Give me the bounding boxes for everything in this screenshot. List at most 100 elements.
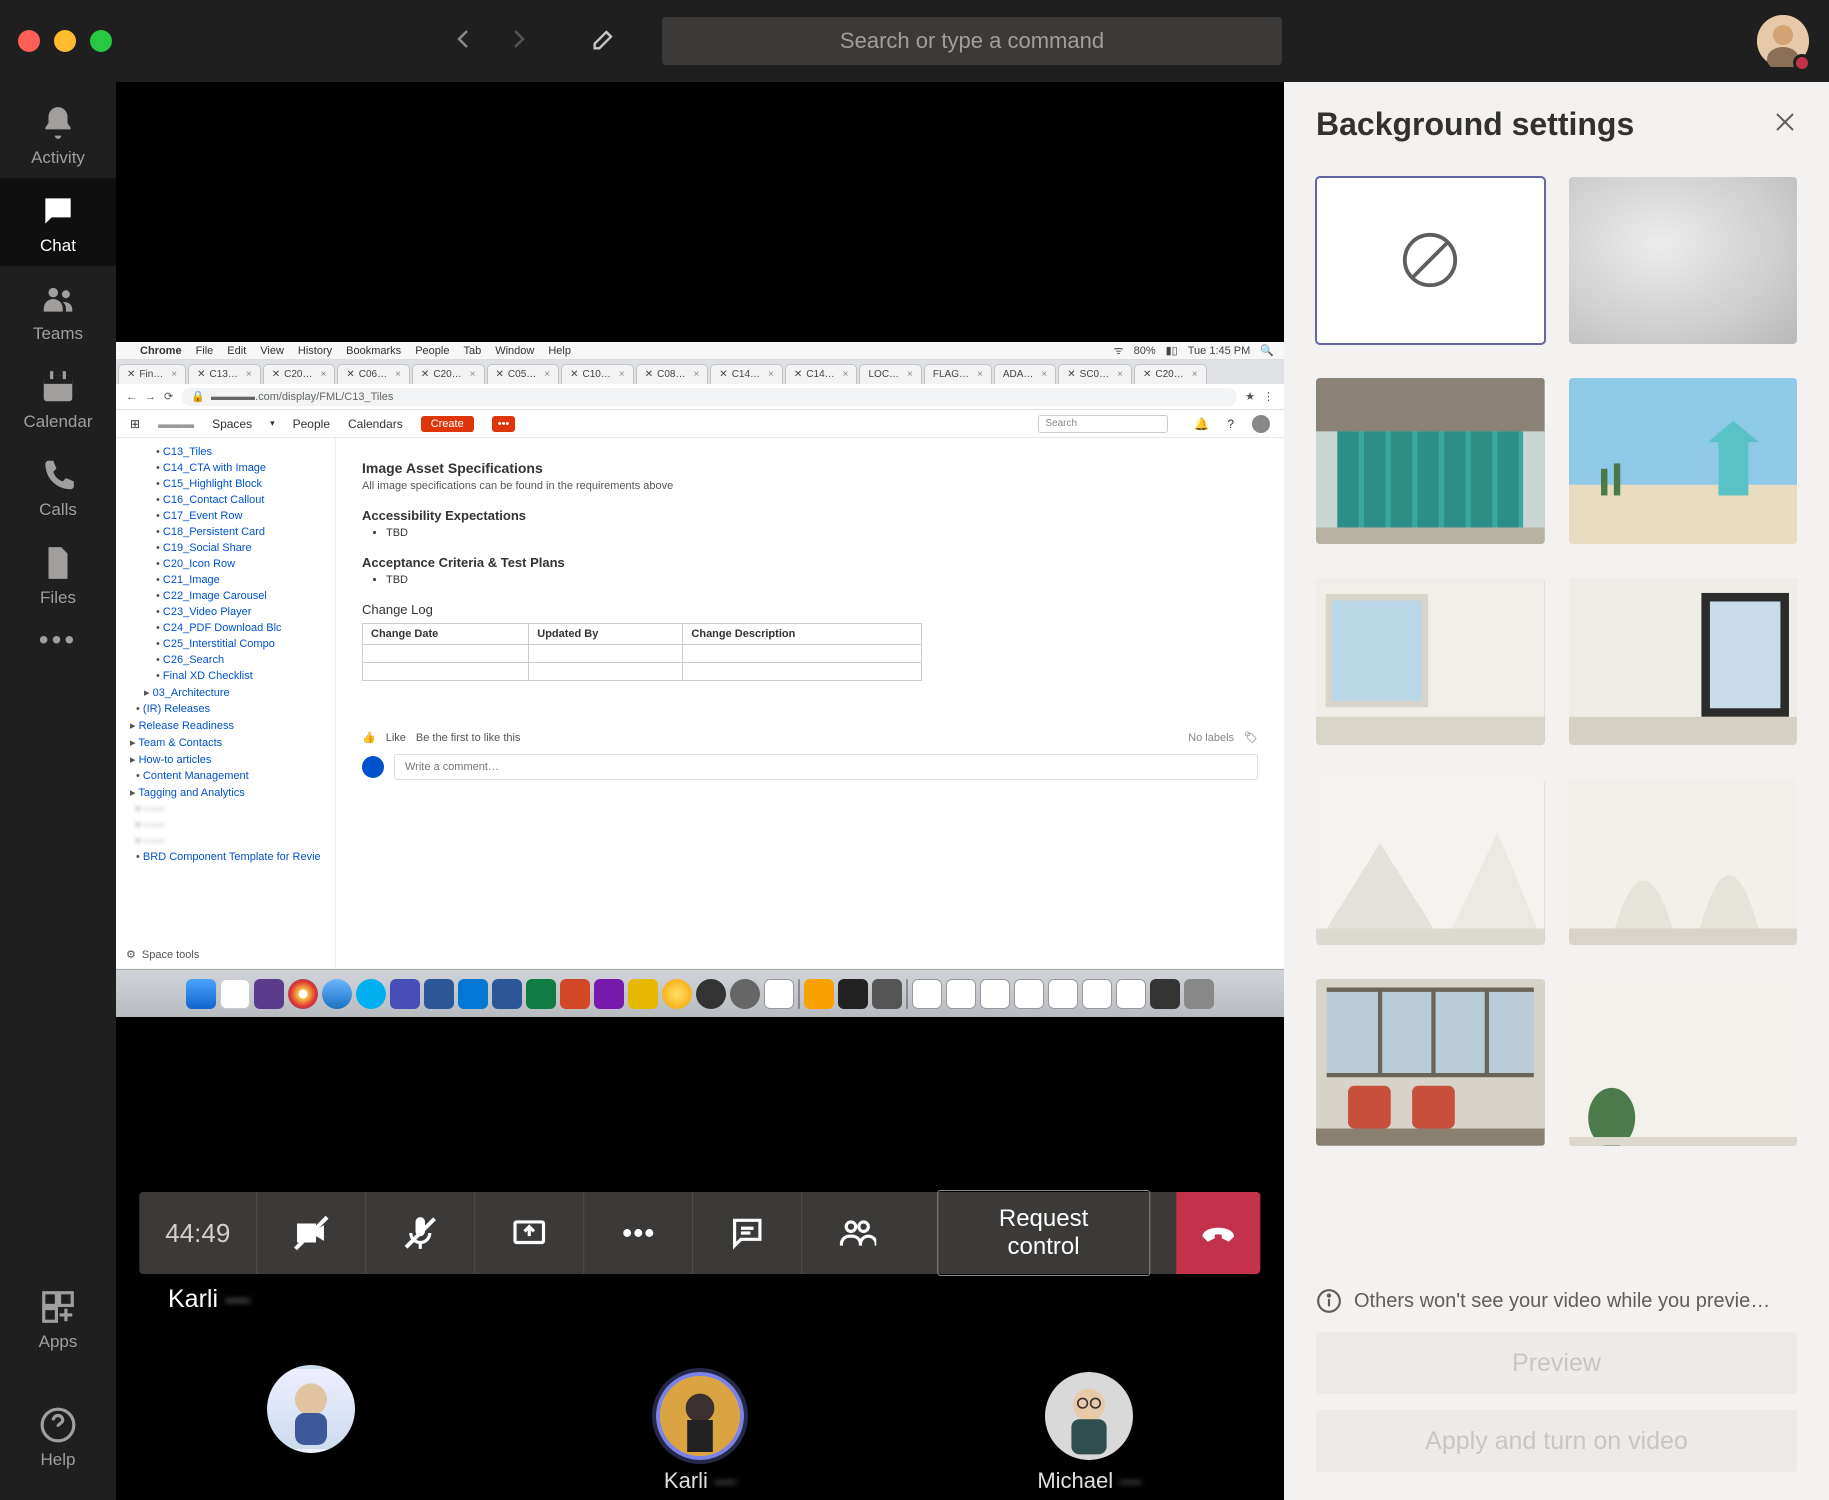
show-chat-button[interactable] <box>693 1192 802 1274</box>
rail-label: Teams <box>33 324 83 344</box>
nav-arrows <box>452 25 618 58</box>
rail-label: Apps <box>39 1332 78 1352</box>
chrome-tab: ✕ C20…× <box>1134 364 1207 384</box>
bg-option-plainwall[interactable] <box>1569 979 1798 1146</box>
teams-icon <box>39 280 77 318</box>
share-screen-button[interactable] <box>475 1192 584 1274</box>
rail-apps[interactable]: Apps <box>0 1274 116 1362</box>
bg-option-beach[interactable] <box>1569 378 1798 545</box>
tag-icon: 🏷 <box>1244 731 1258 744</box>
compose-icon[interactable] <box>590 25 618 58</box>
rail-label: Help <box>41 1450 76 1470</box>
rail-help[interactable]: Help <box>0 1392 116 1480</box>
rail-calendar[interactable]: Calendar <box>0 354 116 442</box>
close-window-icon[interactable] <box>18 30 40 52</box>
mic-toggle[interactable] <box>366 1192 475 1274</box>
rail-chat[interactable]: Chat <box>0 178 116 266</box>
rail-more[interactable]: ••• <box>39 624 77 656</box>
rail-label: Activity <box>31 148 85 168</box>
section-heading: Change Log <box>362 602 1258 617</box>
section-heading: Acceptance Criteria & Test Plans <box>362 555 1258 570</box>
chrome-tab: LOC…× <box>859 364 921 384</box>
request-control[interactable]: Request control <box>911 1192 1175 1274</box>
confluence-tree: C13_Tiles C14_CTA with Image C15_Highlig… <box>116 438 336 968</box>
help-icon <box>39 1406 77 1444</box>
fullscreen-window-icon[interactable] <box>90 30 112 52</box>
bg-option-room2[interactable] <box>1569 578 1798 745</box>
back-icon[interactable] <box>452 27 476 56</box>
rail-label: Calls <box>39 500 77 520</box>
close-icon[interactable] <box>1773 110 1797 139</box>
phone-icon <box>39 456 77 494</box>
bell-icon <box>39 104 77 142</box>
more-actions-button[interactable] <box>584 1192 693 1274</box>
menu-app: Chrome <box>140 345 182 357</box>
chrome-tab: ✕ Fin…× <box>118 364 186 384</box>
request-control-button[interactable]: Request control <box>937 1190 1149 1276</box>
forward-icon[interactable] <box>506 27 530 56</box>
search-input[interactable]: Search or type a command <box>662 17 1282 65</box>
chrome-tab: ✕ C20…× <box>412 364 485 384</box>
bg-option-studio2[interactable] <box>1569 779 1798 946</box>
chrome-tab: ✕ C06…× <box>337 364 410 384</box>
presence-busy-icon <box>1793 54 1811 72</box>
call-timer: 44:49 <box>139 1192 257 1274</box>
changelog-table: Change DateUpdated ByChange Description <box>362 623 922 681</box>
rail-label: Calendar <box>24 412 93 432</box>
conf-search: Search <box>1038 415 1168 433</box>
chrome-tab: FLAG…× <box>924 364 992 384</box>
section-heading: Image Asset Specifications <box>362 460 1258 476</box>
space-tools: ⚙ Space tools <box>126 948 199 961</box>
chrome-tab-strip: ✕ Fin…× ✕ C13…× ✕ C20…× ✕ C06…× ✕ C20…× … <box>116 360 1284 384</box>
participant-tile[interactable] <box>116 1324 505 1500</box>
call-toolbar: 44:49 Request control <box>139 1192 1260 1274</box>
camera-toggle[interactable] <box>257 1192 366 1274</box>
window-controls[interactable] <box>18 30 112 52</box>
preview-hint: Others won't see your video while you pr… <box>1284 1276 1829 1332</box>
rail-teams[interactable]: Teams <box>0 266 116 354</box>
bg-option-office[interactable] <box>1316 979 1545 1146</box>
minimize-window-icon[interactable] <box>54 30 76 52</box>
search-placeholder: Search or type a command <box>840 28 1104 54</box>
thumbsup-icon: 👍 <box>362 731 376 744</box>
more-icon: ••• <box>492 416 516 432</box>
background-settings-panel: Background settings <box>1284 82 1829 1500</box>
preview-button[interactable]: Preview <box>1316 1332 1797 1394</box>
bg-option-blur[interactable] <box>1569 177 1798 344</box>
participant-tile[interactable]: Michael — <box>895 1324 1284 1500</box>
comment-avatar-icon <box>362 756 384 778</box>
participant-avatar <box>656 1372 744 1460</box>
rail-calls[interactable]: Calls <box>0 442 116 530</box>
section-heading: Accessibility Expectations <box>362 508 1258 523</box>
bg-option-room1[interactable] <box>1316 578 1545 745</box>
file-icon <box>39 544 77 582</box>
mac-dock <box>116 969 1284 1017</box>
chrome-tab: ✕ SC0…× <box>1058 364 1132 384</box>
chrome-tab: ✕ C14…× <box>785 364 858 384</box>
bg-option-lockers[interactable] <box>1316 378 1545 545</box>
participant-avatar <box>1045 1372 1133 1460</box>
left-rail: Activity Chat Teams Calendar Calls Files… <box>0 82 116 1500</box>
calendar-icon <box>39 368 77 406</box>
confluence-content: Image Asset Specifications All image spe… <box>336 438 1284 968</box>
chrome-tab: ADA…× <box>994 364 1056 384</box>
info-icon <box>1316 1288 1342 1314</box>
apps-icon <box>39 1288 77 1326</box>
show-participants-button[interactable] <box>802 1192 911 1274</box>
bg-option-studio1[interactable] <box>1316 779 1545 946</box>
panel-title: Background settings <box>1316 106 1634 143</box>
grid-icon: ⊞ <box>130 417 140 431</box>
apply-button[interactable]: Apply and turn on video <box>1316 1410 1797 1472</box>
presenter-label: Karli — <box>168 1285 250 1314</box>
chrome-tab: ✕ C05…× <box>487 364 560 384</box>
rail-files[interactable]: Files <box>0 530 116 618</box>
participant-tile[interactable]: Karli — <box>505 1324 894 1500</box>
shared-screen: Chrome File Edit View History Bookmarks … <box>116 342 1284 1017</box>
chat-icon <box>39 192 77 230</box>
chrome-tab: ✕ C14…× <box>710 364 783 384</box>
chrome-tab: ✕ C08…× <box>636 364 709 384</box>
bg-option-none[interactable] <box>1316 177 1545 344</box>
hang-up-button[interactable] <box>1176 1192 1261 1274</box>
rail-activity[interactable]: Activity <box>0 90 116 178</box>
battery-icon: ▮▯ <box>1166 344 1178 357</box>
